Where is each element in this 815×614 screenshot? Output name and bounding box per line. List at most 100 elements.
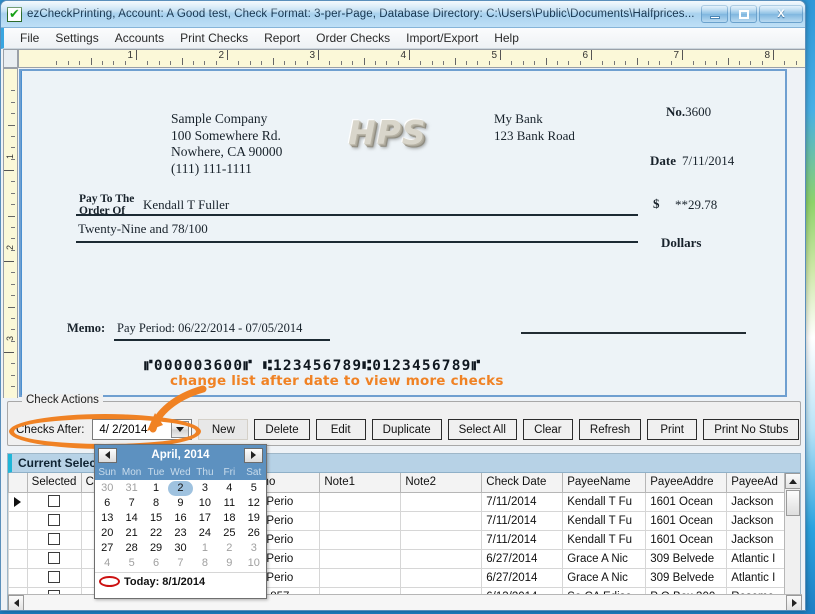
calendar-day[interactable]: 2	[217, 541, 241, 556]
calendar-next-button[interactable]	[244, 448, 263, 463]
calendar-day[interactable]: 13	[95, 511, 119, 526]
calendar-day[interactable]: 14	[119, 511, 143, 526]
calendar-prev-button[interactable]	[98, 448, 117, 463]
calendar-day[interactable]: 30	[168, 541, 192, 556]
row-marker-cell[interactable]	[9, 549, 28, 568]
calendar-day[interactable]: 30	[95, 481, 119, 496]
calendar-day[interactable]: 1	[144, 481, 168, 496]
calendar-day[interactable]: 31	[119, 481, 143, 496]
row-checkbox[interactable]	[48, 533, 60, 545]
calendar-day[interactable]: 7	[168, 556, 192, 571]
refresh-button[interactable]: Refresh	[579, 419, 641, 440]
col-note2[interactable]: Note2	[401, 473, 482, 492]
col-payee-address[interactable]: PayeeAddre	[646, 473, 727, 492]
calendar-day[interactable]: 20	[95, 526, 119, 541]
calendar-day[interactable]: 1	[193, 541, 217, 556]
calendar-day[interactable]: 29	[144, 541, 168, 556]
scroll-right-button[interactable]	[786, 595, 802, 611]
row-checkbox[interactable]	[48, 514, 60, 526]
col-selected[interactable]: Selected	[27, 473, 81, 492]
note1-cell[interactable]	[320, 492, 401, 511]
scroll-left-button[interactable]	[8, 595, 24, 611]
calendar-day[interactable]: 25	[217, 526, 241, 541]
col-payee-name[interactable]: PayeeName	[563, 473, 646, 492]
row-checkbox[interactable]	[48, 495, 60, 507]
menu-item-help[interactable]: Help	[486, 29, 527, 47]
scroll-up-button[interactable]	[785, 473, 800, 489]
calendar-day[interactable]: 22	[144, 526, 168, 541]
calendar-day[interactable]: 19	[242, 511, 266, 526]
calendar-day[interactable]: 18	[217, 511, 241, 526]
calendar-day[interactable]: 5	[242, 481, 266, 496]
check-preview[interactable]: Sample Company 100 Somewhere Rd. Nowhere…	[19, 69, 787, 397]
selected-cell[interactable]	[27, 568, 81, 587]
calendar-day[interactable]: 21	[119, 526, 143, 541]
col-check-date[interactable]: Check Date	[482, 473, 563, 492]
calendar-popup[interactable]: April, 2014 Sun Mon Tue Wed Thu Fri Sat …	[94, 444, 267, 599]
calendar-day[interactable]: 8	[144, 496, 168, 511]
calendar-day[interactable]: 4	[217, 481, 241, 496]
calendar-day[interactable]: 16	[168, 511, 192, 526]
note2-cell[interactable]	[401, 530, 482, 549]
note2-cell[interactable]	[401, 492, 482, 511]
payee-address-cell[interactable]: 1601 Ocean	[646, 492, 727, 511]
calendar-today-row[interactable]: Today: 8/1/2014	[95, 572, 266, 590]
check-date-cell[interactable]: 6/27/2014	[482, 549, 563, 568]
selected-cell[interactable]	[27, 492, 81, 511]
calendar-day[interactable]: 28	[119, 541, 143, 556]
row-marker-cell[interactable]	[9, 511, 28, 530]
print-button[interactable]: Print	[647, 419, 697, 440]
payee-name-cell[interactable]: Kendall T Fu	[563, 492, 646, 511]
calendar-day[interactable]: 5	[119, 556, 143, 571]
check-date-cell[interactable]: 7/11/2014	[482, 511, 563, 530]
note1-cell[interactable]	[320, 530, 401, 549]
calendar-day[interactable]: 4	[95, 556, 119, 571]
payee-name-cell[interactable]: Kendall T Fu	[563, 530, 646, 549]
check-date-cell[interactable]: 7/11/2014	[482, 530, 563, 549]
calendar-day[interactable]: 7	[119, 496, 143, 511]
note2-cell[interactable]	[401, 568, 482, 587]
calendar-day[interactable]: 6	[95, 496, 119, 511]
calendar-day[interactable]: 9	[168, 496, 192, 511]
note1-cell[interactable]	[320, 568, 401, 587]
maximize-button[interactable]	[730, 5, 757, 23]
menu-item-report[interactable]: Report	[256, 29, 308, 47]
col-note1[interactable]: Note1	[320, 473, 401, 492]
calendar-day[interactable]: 17	[193, 511, 217, 526]
calendar-day[interactable]: 3	[193, 481, 217, 496]
row-marker-cell[interactable]	[9, 492, 28, 511]
new-button[interactable]: New	[198, 419, 248, 440]
calendar-days-grid[interactable]: 3031123456789101112131415161718192021222…	[95, 480, 266, 572]
note2-cell[interactable]	[401, 549, 482, 568]
calendar-day[interactable]: 8	[193, 556, 217, 571]
payee-address-cell[interactable]: 1601 Ocean	[646, 530, 727, 549]
minimize-button[interactable]	[701, 5, 728, 23]
edit-button[interactable]: Edit	[316, 419, 366, 440]
calendar-day[interactable]: 24	[193, 526, 217, 541]
menu-item-print-checks[interactable]: Print Checks	[172, 29, 256, 47]
payee-name-cell[interactable]: Grace A Nic	[563, 549, 646, 568]
calendar-day[interactable]: 27	[95, 541, 119, 556]
row-marker-cell[interactable]	[9, 568, 28, 587]
note1-cell[interactable]	[320, 511, 401, 530]
check-date-cell[interactable]: 6/27/2014	[482, 568, 563, 587]
clear-button[interactable]: Clear	[523, 419, 573, 440]
menu-item-settings[interactable]: Settings	[47, 29, 106, 47]
calendar-day[interactable]: 6	[144, 556, 168, 571]
calendar-day[interactable]: 3	[242, 541, 266, 556]
select-all-button[interactable]: Select All	[448, 419, 517, 440]
note1-cell[interactable]	[320, 549, 401, 568]
payee-address-cell[interactable]: 309 Belvede	[646, 568, 727, 587]
calendar-day[interactable]: 12	[242, 496, 266, 511]
calendar-day[interactable]: 26	[242, 526, 266, 541]
calendar-day[interactable]: 15	[144, 511, 168, 526]
close-button[interactable]: X	[759, 5, 803, 23]
grid-vertical-scrollbar[interactable]	[784, 473, 800, 611]
menu-item-file[interactable]: File	[12, 29, 47, 47]
payee-address-cell[interactable]: 1601 Ocean	[646, 511, 727, 530]
calendar-day[interactable]: 2	[168, 481, 192, 496]
payee-address-cell[interactable]: 309 Belvede	[646, 549, 727, 568]
selected-cell[interactable]	[27, 511, 81, 530]
note2-cell[interactable]	[401, 511, 482, 530]
selected-cell[interactable]	[27, 549, 81, 568]
